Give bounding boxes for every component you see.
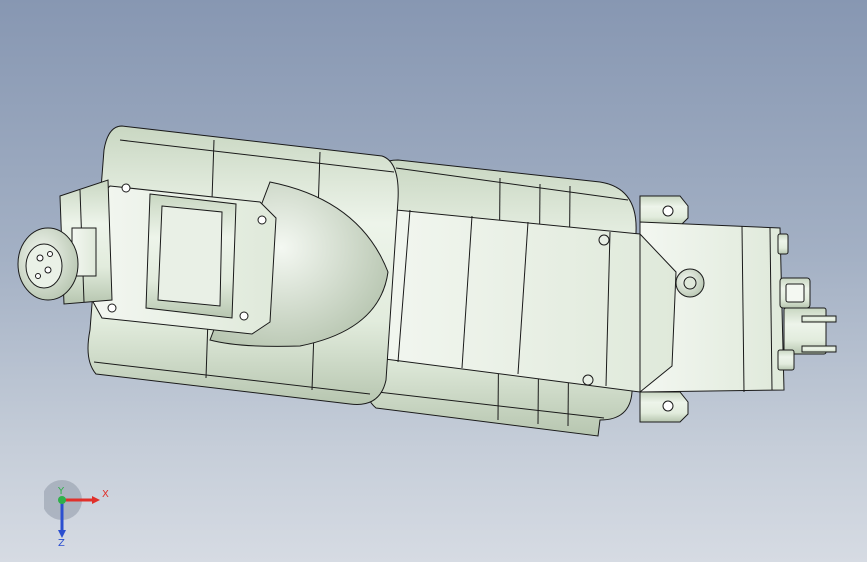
cad-viewport[interactable]: X Y Z	[0, 0, 867, 562]
y-axis-label: Y	[57, 486, 65, 497]
cable-connectors	[777, 233, 837, 371]
z-axis-label: Z	[58, 538, 65, 548]
tool-flange	[17, 227, 79, 301]
x-axis-label: X	[102, 489, 109, 500]
view-triad-icon: X Y Z	[44, 480, 109, 548]
robot-arm-model[interactable]	[0, 0, 867, 562]
joint-cover	[91, 183, 277, 335]
y-axis-dot	[58, 496, 66, 504]
